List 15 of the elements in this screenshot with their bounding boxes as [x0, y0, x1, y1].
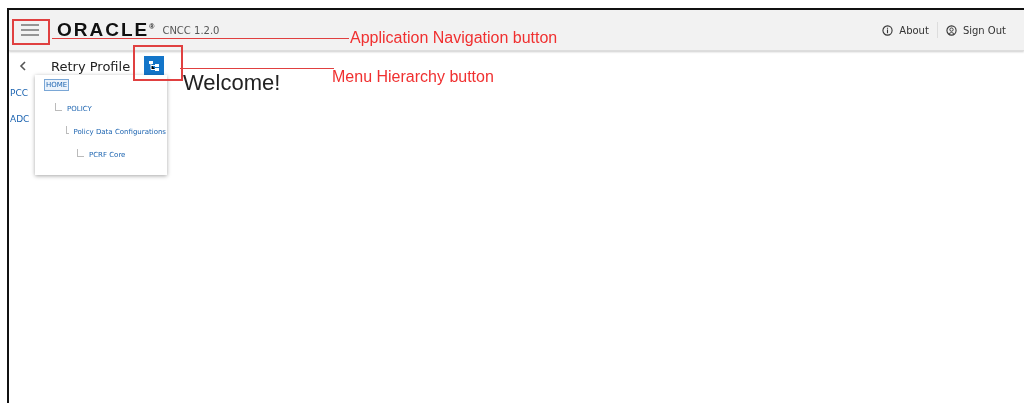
highlight-frame — [12, 19, 50, 45]
user-icon — [945, 24, 957, 36]
callout-label: Menu Hierarchy button — [332, 68, 494, 86]
page-title: Retry Profile — [51, 58, 131, 74]
welcome-heading: Welcome! — [183, 72, 281, 94]
chevron-left-icon — [19, 61, 27, 71]
info-icon — [882, 24, 894, 36]
product-version: CNCC 1.2.0 — [162, 24, 220, 36]
hierarchy-button[interactable] — [144, 56, 165, 76]
callout-label: Application Navigation button — [350, 29, 558, 47]
logo: ORACLE$^{®}$ — [57, 19, 157, 41]
highlight-frame — [133, 45, 183, 81]
hierarchy-icon — [148, 60, 161, 72]
sign-out-link[interactable]: Sign Out — [937, 24, 1014, 36]
about-link[interactable]: About — [874, 24, 937, 36]
